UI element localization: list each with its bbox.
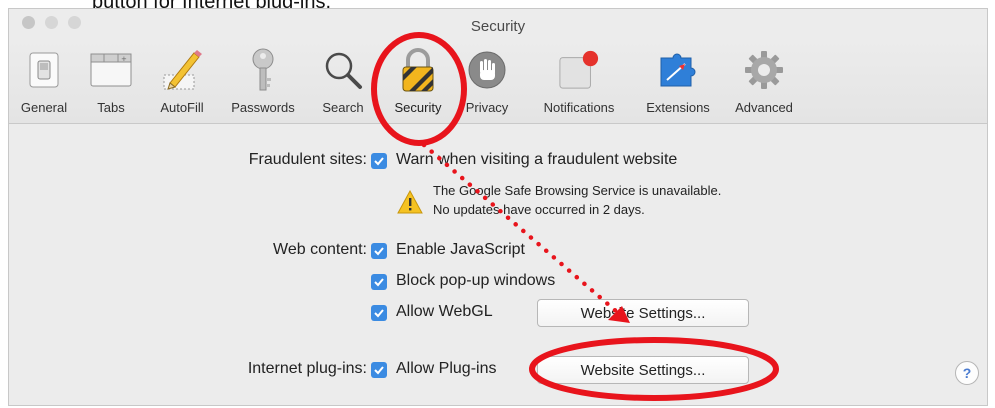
webgl-website-settings-button[interactable]: Website Settings... <box>537 299 749 327</box>
tab-label: AutoFill <box>160 100 204 115</box>
tab-label: General <box>20 100 68 115</box>
checkmark-icon <box>374 157 384 166</box>
internet-plugins-label: Internet plug-ins: <box>247 360 367 377</box>
tab-extensions[interactable]: Extensions <box>639 45 717 123</box>
web-content-label: Web content: <box>273 241 367 258</box>
tab-label: Tabs <box>97 100 125 115</box>
tabs-icon: + <box>90 49 132 91</box>
allow-webgl-checkbox[interactable] <box>371 305 387 321</box>
fraudulent-warning-label: Warn when visiting a fraudulent website <box>396 151 678 168</box>
window-title: Security <box>470 18 526 35</box>
tab-privacy[interactable]: Privacy <box>459 45 515 123</box>
gear-icon <box>743 49 785 91</box>
tab-label: Extensions <box>646 100 710 115</box>
svg-text:+: + <box>121 55 127 63</box>
tab-label: Search <box>322 100 364 115</box>
security-settings-pane: Fraudulent sites: Warn when visiting a f… <box>9 124 987 405</box>
fraudulent-warning-checkbox[interactable] <box>371 153 387 169</box>
notification-icon <box>558 49 600 91</box>
tab-label: Passwords <box>231 100 295 115</box>
fraudulent-sites-label: Fraudulent sites: <box>248 151 367 168</box>
preferences-toolbar: General + Tabs AutoFill Passwords Search… <box>9 39 987 124</box>
tab-label: Advanced <box>735 100 793 115</box>
tab-autofill[interactable]: AutoFill <box>149 45 215 123</box>
tab-security[interactable]: Security <box>383 45 453 123</box>
block-popups-label: Block pop-up windows <box>396 272 556 289</box>
checkmark-icon <box>374 309 384 318</box>
puzzle-icon <box>657 49 699 91</box>
safe-browsing-warning-line2: No updates have occurred in 2 days. <box>433 202 645 217</box>
key-icon <box>242 48 284 91</box>
allow-plugins-checkbox[interactable] <box>371 362 387 378</box>
preferences-window: Security General + Tabs AutoFill Passwor… <box>8 8 988 406</box>
tab-general[interactable]: General <box>13 45 75 123</box>
padlock-icon <box>397 48 439 92</box>
help-button[interactable]: ? <box>955 361 979 385</box>
plugins-website-settings-button[interactable]: Website Settings... <box>537 356 749 384</box>
tab-tabs[interactable]: + Tabs <box>87 45 135 123</box>
allow-webgl-label: Allow WebGL <box>396 303 493 320</box>
tab-advanced[interactable]: Advanced <box>723 45 805 123</box>
magnifier-icon <box>322 49 364 91</box>
tab-notifications[interactable]: Notifications <box>527 45 631 123</box>
safe-browsing-warning-line1: The Google Safe Browsing Service is unav… <box>433 183 722 198</box>
warning-icon <box>397 190 423 214</box>
pencil-icon <box>161 49 203 91</box>
tab-label: Notifications <box>543 100 615 115</box>
checkmark-icon <box>374 366 384 375</box>
switch-icon <box>23 49 65 91</box>
checkmark-icon <box>374 278 384 287</box>
tab-label: Privacy <box>465 100 509 115</box>
tab-passwords[interactable]: Passwords <box>223 45 303 123</box>
checkmark-icon <box>374 247 384 256</box>
enable-javascript-label: Enable JavaScript <box>396 241 525 258</box>
tab-search[interactable]: Search <box>313 45 373 123</box>
block-popups-checkbox[interactable] <box>371 274 387 290</box>
allow-plugins-label: Allow Plug-ins <box>396 360 497 377</box>
tab-label: Security <box>394 100 442 115</box>
hand-icon <box>466 49 508 91</box>
enable-javascript-checkbox[interactable] <box>371 243 387 259</box>
